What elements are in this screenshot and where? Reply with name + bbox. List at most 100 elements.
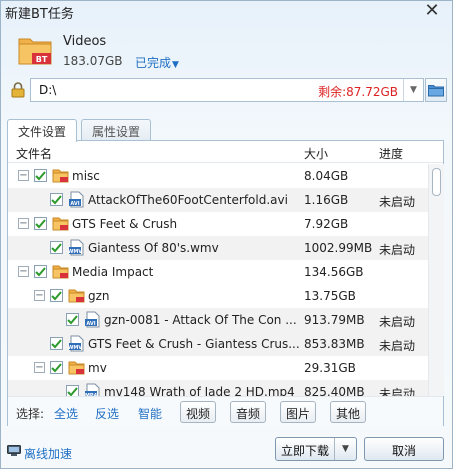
- free-space-label: 剩余:87.72GB: [318, 85, 398, 99]
- file-type-badge: WMV: [68, 249, 82, 255]
- invert-selection-link[interactable]: 反选: [95, 405, 119, 422]
- avi-file-icon: AVI: [85, 311, 100, 328]
- column-header-name[interactable]: 文件名: [16, 145, 52, 162]
- bottom-bar: 离线加速 立即下载 ▼ 取消: [1, 433, 452, 468]
- file-checkbox[interactable]: [34, 265, 47, 278]
- file-tree: − misc 8.04GB AVI AttackOfThe60FootCenterfol…: [8, 164, 428, 396]
- file-type-badge: AVI: [86, 321, 95, 327]
- file-progress: 未启动: [379, 387, 416, 396]
- file-progress: 未启动: [379, 315, 416, 329]
- file-checkbox[interactable]: [66, 385, 79, 396]
- bt-folder-icon: [52, 265, 69, 279]
- file-size: 134.56GB: [304, 265, 364, 279]
- file-checkbox[interactable]: [34, 169, 47, 182]
- file-size: 7.92GB: [304, 217, 349, 231]
- bt-folder-icon: BT: [18, 38, 52, 65]
- file-checkbox[interactable]: [50, 337, 63, 350]
- folder-row[interactable]: − mv 29.31GB: [8, 356, 428, 380]
- checkmark-icon: [67, 314, 78, 324]
- folder-row[interactable]: − misc 8.04GB: [8, 164, 428, 188]
- file-name: mv148 Wrath of Jade 2 HD.mp4: [104, 385, 295, 396]
- vertical-scrollbar[interactable]: [428, 164, 444, 396]
- bt-badge-text: BT: [36, 55, 48, 64]
- checkmark-icon: [51, 338, 62, 348]
- save-path-value: D:\: [39, 83, 57, 97]
- checkmark-icon: [35, 218, 46, 228]
- download-now-button[interactable]: 立即下载 ▼: [275, 437, 357, 461]
- filter-audio-button[interactable]: 音频: [230, 401, 266, 423]
- selection-label: 选择:: [16, 407, 45, 421]
- tree-expander-icon[interactable]: −: [34, 290, 45, 301]
- task-size: 183.07GB: [63, 54, 123, 68]
- checkmark-icon: [51, 362, 62, 372]
- tree-expander-icon[interactable]: −: [18, 170, 29, 181]
- window-title: 新建BT任务: [5, 7, 74, 22]
- filter-image-button[interactable]: 图片: [280, 401, 316, 423]
- bt-folder-icon: [68, 289, 85, 303]
- file-name: Giantess Of 80's.wmv: [88, 241, 219, 255]
- cancel-button[interactable]: 取消: [364, 437, 444, 461]
- tab-file-settings[interactable]: 文件设置: [7, 119, 77, 142]
- lock-icon: [11, 82, 25, 98]
- folder-row[interactable]: − Media Impact 134.56GB: [8, 260, 428, 284]
- file-size: 29.31GB: [304, 361, 356, 375]
- file-checkbox[interactable]: [50, 289, 63, 302]
- bt-folder-icon: [52, 169, 69, 183]
- folder-name: gzn: [88, 289, 110, 303]
- offline-acceleration-icon: [7, 445, 21, 456]
- browse-folder-button[interactable]: [425, 78, 447, 102]
- file-size: 913.79MB: [304, 313, 365, 327]
- file-checkbox[interactable]: [50, 361, 63, 374]
- checkmark-icon: [51, 194, 62, 204]
- filter-other-button[interactable]: 其他: [330, 401, 366, 423]
- checkmark-icon: [51, 242, 62, 252]
- path-dropdown-arrow[interactable]: ▼: [403, 79, 423, 101]
- smart-select-link[interactable]: 智能: [138, 405, 162, 422]
- tree-expander-icon[interactable]: −: [18, 266, 29, 277]
- download-options-dropdown[interactable]: ▼: [334, 438, 356, 460]
- tab-property-settings[interactable]: 属性设置: [81, 119, 151, 141]
- select-all-link[interactable]: 全选: [54, 405, 78, 422]
- title-bar[interactable]: 新建BT任务 ✕: [1, 1, 452, 23]
- close-button[interactable]: ✕: [412, 1, 452, 21]
- new-bt-task-window: 新建BT任务 ✕ BT Videos 183.07GB 已完成▼ D:\ 剩余:…: [0, 0, 453, 469]
- tree-expander-icon[interactable]: −: [34, 362, 45, 373]
- file-size: 825.40MB: [304, 385, 365, 396]
- file-row[interactable]: AVI gzn-0081 - Attack Of The Con ... 913.7…: [8, 308, 428, 332]
- file-progress: 未启动: [379, 339, 416, 353]
- file-row[interactable]: WMV GTS Feet & Crush - Giantess Crus... 85…: [8, 332, 428, 356]
- file-checkbox[interactable]: [50, 193, 63, 206]
- file-name: AttackOfThe60FootCenterfold.avi: [88, 193, 288, 207]
- file-checkbox[interactable]: [34, 217, 47, 230]
- folder-row[interactable]: − gzn 13.75GB: [8, 284, 428, 308]
- folder-icon: [428, 84, 444, 96]
- checkmark-icon: [51, 290, 62, 300]
- file-row[interactable]: WMV Giantess Of 80's.wmv 1002.99MB 未启动: [8, 236, 428, 260]
- file-checkbox[interactable]: [50, 241, 63, 254]
- checkmark-icon: [35, 170, 46, 180]
- folder-name: GTS Feet & Crush: [72, 217, 178, 231]
- folder-name: mv: [88, 361, 107, 375]
- checkmark-icon: [35, 266, 46, 276]
- task-status-dropdown[interactable]: 已完成▼: [135, 54, 179, 71]
- tree-expander-icon[interactable]: −: [18, 218, 29, 229]
- file-row[interactable]: MP4 mv148 Wrath of Jade 2 HD.mp4 825.40MB 未…: [8, 380, 428, 396]
- filter-video-button[interactable]: 视频: [180, 401, 216, 423]
- column-header-progress[interactable]: 进度: [379, 145, 403, 162]
- file-name: GTS Feet & Crush - Giantess Crus...: [88, 337, 300, 351]
- file-row[interactable]: AVI AttackOfThe60FootCenterfold.avi 1.16GB…: [8, 188, 428, 212]
- bt-folder-icon: [68, 361, 85, 375]
- file-progress: 未启动: [379, 195, 416, 209]
- wmv-file-icon: WMV: [68, 239, 84, 256]
- task-status-label: 已完成: [135, 56, 172, 70]
- file-checkbox[interactable]: [66, 313, 79, 326]
- column-header-size[interactable]: 大小: [304, 145, 328, 162]
- folder-row[interactable]: − GTS Feet & Crush 7.92GB: [8, 212, 428, 236]
- avi-file-icon: AVI: [69, 191, 84, 208]
- offline-acceleration-link[interactable]: 离线加速: [24, 445, 72, 462]
- file-size: 1.16GB: [304, 193, 349, 207]
- scrollbar-thumb[interactable]: [432, 168, 441, 196]
- file-size: 853.83MB: [304, 337, 365, 351]
- save-path-combobox[interactable]: D:\ 剩余:87.72GB ▼: [30, 78, 424, 102]
- mp4-file-icon: MP4: [85, 383, 100, 396]
